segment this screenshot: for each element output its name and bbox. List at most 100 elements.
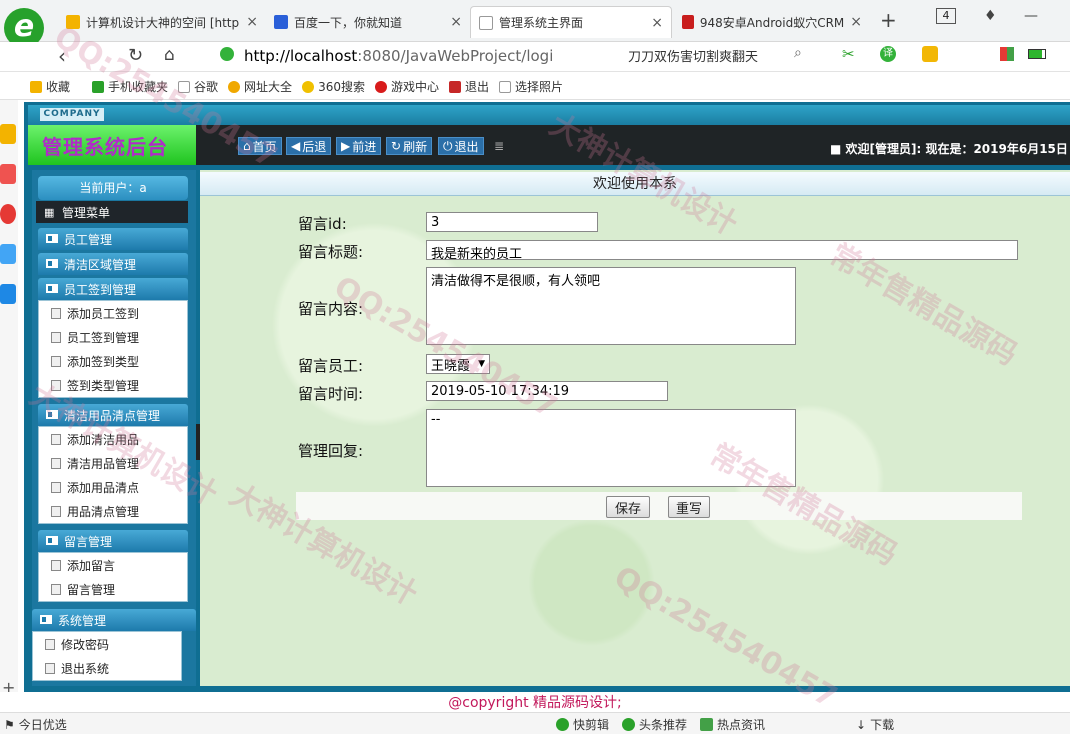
- sidebar-section-system[interactable]: 系统管理: [32, 609, 196, 631]
- forward-nav-button[interactable]: ▶ 前进: [336, 137, 382, 155]
- close-icon[interactable]: ×: [240, 14, 258, 30]
- bookmark-photos[interactable]: 选择照片: [499, 78, 563, 95]
- bookmark-mobile[interactable]: 手机收藏夹: [92, 78, 168, 95]
- tab-label: 948安卓Android蚁穴CRM: [699, 15, 845, 30]
- reload-button[interactable]: ↻: [128, 45, 143, 66]
- sidebar-item[interactable]: 添加清洁用品: [39, 427, 187, 451]
- status-download[interactable]: ↓ 下载: [856, 716, 894, 733]
- menu-title-label: 管理菜单: [62, 205, 111, 220]
- mail-side-icon[interactable]: [0, 244, 16, 264]
- message-id-label: 留言id:: [298, 215, 347, 233]
- reset-button[interactable]: 重写: [668, 496, 710, 518]
- back-button-label: 后退: [302, 139, 327, 154]
- 360-icon: [302, 80, 315, 93]
- bookmark-favorites[interactable]: 收藏: [30, 78, 70, 95]
- section-label: 清洁区域管理: [64, 257, 137, 272]
- shirt-icon[interactable]: ♦: [984, 8, 997, 24]
- shield-icon[interactable]: [220, 47, 234, 61]
- message-time-field[interactable]: 2019-05-10 17:34:19: [426, 381, 668, 401]
- arrow-right-icon: ▶: [341, 139, 351, 153]
- browser-tab-2[interactable]: 百度一下，你就知道 ×: [266, 6, 470, 38]
- apps-icon[interactable]: [1000, 47, 1014, 61]
- admin-reply-field[interactable]: --: [426, 409, 796, 487]
- status-headlines[interactable]: 头条推荐: [622, 716, 687, 733]
- bookmark-games[interactable]: 游戏中心: [374, 78, 439, 95]
- section-label: 员工签到管理: [64, 282, 137, 297]
- sidebar-item[interactable]: 修改密码: [33, 632, 181, 656]
- close-icon[interactable]: ×: [844, 14, 862, 30]
- translate-icon[interactable]: 译: [880, 46, 896, 62]
- search-hint[interactable]: 刀刀双伤害切割爽翻天: [628, 46, 758, 65]
- bookmark-label: 游戏中心: [390, 80, 439, 94]
- bookmark-label: 360搜索: [318, 80, 365, 94]
- sidebar-item[interactable]: 签到类型管理: [39, 373, 187, 397]
- sidebar-item[interactable]: 清洁用品管理: [39, 451, 187, 475]
- bookmark-label: 网址大全: [244, 80, 293, 94]
- button-row: [296, 492, 1022, 520]
- new-tab-button[interactable]: +: [880, 8, 897, 32]
- bookmark-google[interactable]: 谷歌: [178, 78, 218, 95]
- sidebar-section-signin[interactable]: 员工签到管理: [38, 278, 188, 300]
- home-icon: ⌂: [243, 139, 251, 153]
- back-button[interactable]: ‹: [58, 44, 66, 68]
- status-quick-clip[interactable]: 快剪辑: [556, 716, 609, 733]
- home-icon[interactable]: ⌂: [164, 45, 175, 65]
- folder-icon: [46, 410, 58, 419]
- shield-badge-icon[interactable]: [922, 46, 938, 62]
- sidebar-section-employee[interactable]: 员工管理: [38, 228, 188, 250]
- status-hot-news[interactable]: 热点资讯: [700, 716, 765, 733]
- refresh-button[interactable]: ↻ 刷新: [386, 137, 433, 155]
- page-icon: [479, 15, 493, 30]
- notes-side-icon[interactable]: [0, 164, 16, 184]
- arrow-left-icon: ◀: [291, 139, 301, 153]
- close-icon[interactable]: ×: [444, 14, 462, 30]
- today-picks[interactable]: ⚑ 今日优选: [4, 716, 67, 733]
- bookmark-360[interactable]: 360搜索: [302, 78, 365, 95]
- address-host: http://localhost: [244, 47, 358, 65]
- message-content-field[interactable]: 清洁做得不是很顺，有人领吧: [426, 267, 796, 345]
- power-icon: ⏻: [443, 138, 453, 153]
- sidebar-item[interactable]: 退出系统: [33, 656, 181, 680]
- sidebar-item[interactable]: 添加用品清点: [39, 475, 187, 499]
- message-id-field[interactable]: 3: [426, 212, 598, 232]
- docs-side-icon[interactable]: [0, 284, 16, 304]
- sidebar-item[interactable]: 添加签到类型: [39, 349, 187, 373]
- address-bar[interactable]: http://localhost:8080/JavaWebProject/log…: [244, 44, 624, 68]
- home-button[interactable]: ⌂ 首页: [238, 137, 282, 155]
- sidebar-section-messages[interactable]: 留言管理: [38, 530, 188, 552]
- browser-side-strip: +: [0, 100, 18, 712]
- tab-count-badge[interactable]: 4: [936, 8, 956, 24]
- forward-button-label: 前进: [352, 139, 377, 154]
- logout-button[interactable]: ⏻ 退出: [438, 137, 484, 155]
- browser-tab-1[interactable]: 计算机设计大神的空间 [http ×: [58, 6, 266, 38]
- weibo-side-icon[interactable]: [0, 204, 16, 224]
- baidu-paw-icon: [274, 15, 288, 29]
- folder-icon: [40, 615, 52, 624]
- message-employee-select[interactable]: 王晓霞 ▼: [426, 354, 490, 374]
- close-icon[interactable]: ×: [645, 15, 663, 31]
- sidebar-item[interactable]: 用品清点管理: [39, 499, 187, 523]
- save-button[interactable]: 保存: [606, 496, 650, 518]
- download-icon: ↓: [856, 717, 867, 732]
- sidebar-item[interactable]: 添加留言: [39, 553, 187, 577]
- bookmark-exit[interactable]: 退出: [448, 78, 489, 95]
- back-nav-button[interactable]: ◀ 后退: [286, 137, 332, 155]
- sidebar-section-supplies[interactable]: 清洁用品清点管理: [38, 404, 188, 426]
- browser-tab-3-active[interactable]: 管理系统主界面 ×: [470, 6, 672, 38]
- refresh-button-label: 刷新: [403, 139, 428, 154]
- browser-status-bar: ⚑ 今日优选 快剪辑 头条推荐 热点资讯 ↓ 下载: [0, 712, 1070, 734]
- favorites-side-icon[interactable]: [0, 124, 16, 144]
- message-title-field[interactable]: 我是新来的员工: [426, 240, 1018, 262]
- sidebar-item[interactable]: 员工签到管理: [39, 325, 187, 349]
- sidebar-section-clean-area[interactable]: 清洁区域管理: [38, 253, 188, 275]
- sidebar-item[interactable]: 添加员工签到: [39, 301, 187, 325]
- menu-lines-icon[interactable]: ≣: [494, 139, 504, 153]
- browser-tab-4[interactable]: 948安卓Android蚁穴CRM ×: [674, 6, 870, 38]
- search-icon[interactable]: ⌕: [794, 45, 802, 61]
- scissors-icon[interactable]: ✂: [842, 45, 855, 63]
- section-label: 系统管理: [58, 613, 107, 628]
- bookmark-sites[interactable]: 网址大全: [228, 78, 292, 95]
- minimize-button[interactable]: —: [1024, 8, 1038, 24]
- battery-icon[interactable]: [1028, 49, 1046, 59]
- sidebar-item[interactable]: 留言管理: [39, 577, 187, 601]
